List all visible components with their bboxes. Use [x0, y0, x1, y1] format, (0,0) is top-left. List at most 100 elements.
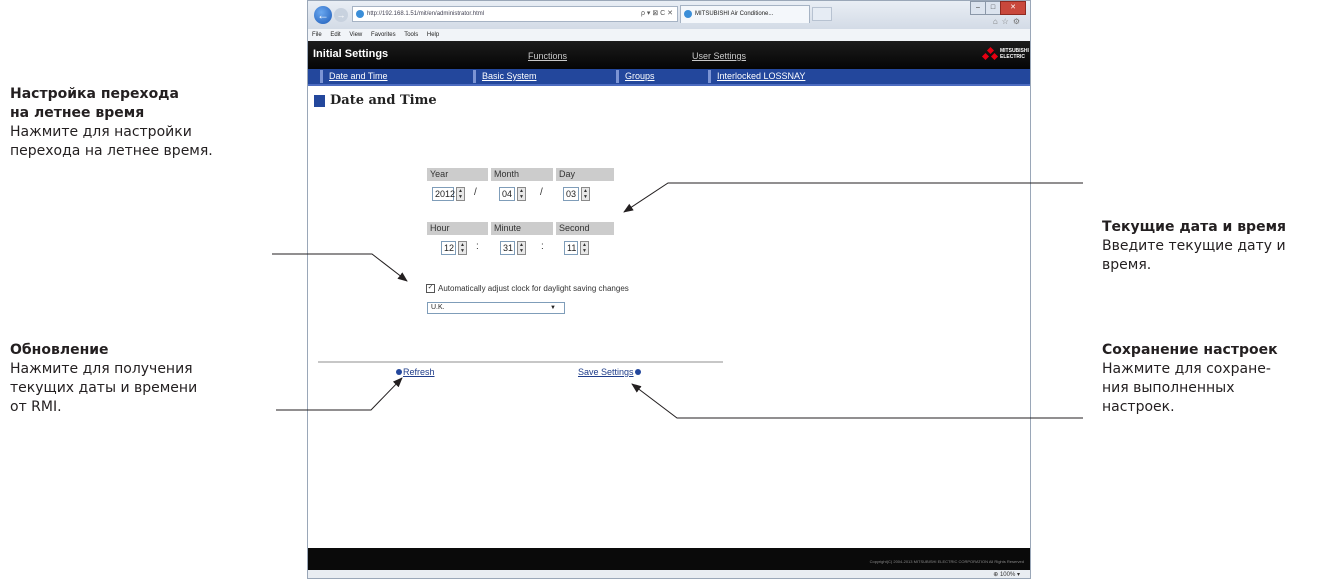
time-separator: :	[476, 241, 479, 252]
spin-arrows-icon[interactable]: ▲ ▼	[580, 241, 589, 255]
maximize-icon[interactable]: □	[985, 1, 1001, 15]
annotation-current-title: Текущие дата и время	[1102, 219, 1287, 235]
annotation-save-body-3: настроек.	[1102, 399, 1175, 415]
dst-checkbox[interactable]: ✓	[426, 284, 435, 293]
spin-arrows-icon[interactable]: ▲ ▼	[517, 241, 526, 255]
annotation-current-body-2: время.	[1102, 257, 1152, 273]
address-url: http://192.168.1.51/mit/en/administrator…	[367, 11, 485, 17]
date-separator: /	[474, 187, 477, 198]
user-settings-link[interactable]: User Settings	[692, 51, 746, 61]
toolbar-icons[interactable]: ⌂☆⚙	[993, 17, 1024, 26]
new-tab-button[interactable]	[812, 7, 832, 21]
page-header: Initial Settings Functions User Settings…	[308, 41, 1030, 69]
annotation-refresh-body-1: Нажмите для получения	[10, 361, 193, 377]
second-value[interactable]: 11	[564, 241, 578, 255]
close-icon[interactable]: ✕	[1000, 1, 1026, 15]
menu-edit[interactable]: Edit	[330, 32, 340, 38]
page-footer: Copyright(C) 2004-2013 MITSUBISHI ELECTR…	[308, 548, 1030, 570]
menu-help[interactable]: Help	[427, 32, 439, 38]
subnav-interlocked-lossnay[interactable]: Interlocked LOSSNAY	[708, 70, 805, 83]
annotation-refresh-title: Обновление	[10, 342, 109, 358]
day-stepper[interactable]: 03 ▲ ▼	[563, 187, 590, 201]
month-value[interactable]: 04	[499, 187, 515, 201]
minimize-icon[interactable]: –	[970, 1, 986, 15]
subnav-date-and-time[interactable]: Date and Time	[320, 70, 388, 83]
annotation-refresh-body-2: текущих даты и времени	[10, 380, 198, 396]
address-tools-icons[interactable]: ρ ▾ ⊠ C ✕	[641, 7, 673, 21]
zoom-value: 100%	[999, 572, 1016, 578]
dst-option[interactable]: ✓ Automatically adjust clock for dayligh…	[426, 284, 629, 293]
hour-header: Hour	[427, 222, 488, 235]
browser-titlebar: ← → http://192.168.1.51/mit/en/administr…	[308, 1, 1030, 29]
mitsubishi-logo: MITSUBISHI ELECTRIC	[981, 46, 1029, 61]
zoom-icon: ⊕	[993, 572, 1000, 578]
refresh-button[interactable]: Refresh	[396, 367, 435, 377]
year-value[interactable]: 2012	[432, 187, 455, 201]
zoom-level[interactable]: ⊕ 100% ▾	[993, 571, 1020, 578]
minute-header: Minute	[491, 222, 553, 235]
back-arrow-icon[interactable]: ←	[314, 6, 332, 24]
sub-navigation: Date and Time Basic System Groups Interl…	[308, 69, 1030, 86]
window-controls: – □ ✕	[970, 1, 1026, 15]
spin-arrows-icon[interactable]: ▲ ▼	[458, 241, 467, 255]
spin-arrows-icon[interactable]: ▲ ▼	[456, 187, 465, 201]
menu-bar: File Edit View Favorites Tools Help	[308, 29, 1030, 41]
annotation-current-body-1: Введите текущие дату и	[1102, 238, 1286, 254]
ie-page-icon	[356, 10, 364, 18]
minute-value[interactable]: 31	[500, 241, 515, 255]
annotation-dst-body-1: Нажмите для настройки	[10, 124, 192, 140]
annotation-dst-body-2: перехода на летнее время.	[10, 143, 213, 159]
save-settings-button[interactable]: Save Settings	[578, 367, 641, 377]
second-header: Second	[556, 222, 614, 235]
annotation-save-body-1: Нажмите для сохране-	[1102, 361, 1271, 377]
menu-view[interactable]: View	[349, 32, 362, 38]
browser-window: ← → http://192.168.1.51/mit/en/administr…	[307, 0, 1031, 579]
forward-arrow-icon[interactable]: →	[334, 8, 348, 22]
browser-tab[interactable]: MITSUBISHI Air Conditione...	[680, 5, 810, 23]
save-settings-label: Save Settings	[578, 367, 634, 377]
menu-favorites[interactable]: Favorites	[371, 32, 396, 38]
subnav-groups[interactable]: Groups	[616, 70, 655, 83]
bullet-icon	[396, 369, 402, 375]
copyright-text: Copyright(C) 2004-2013 MITSUBISHI ELECTR…	[869, 559, 1024, 564]
page-title: Initial Settings	[313, 48, 389, 60]
three-diamonds-icon	[981, 46, 999, 61]
spin-arrows-icon[interactable]: ▲ ▼	[581, 187, 590, 201]
refresh-label: Refresh	[403, 367, 435, 377]
time-separator: :	[541, 241, 544, 252]
day-value[interactable]: 03	[563, 187, 579, 201]
annotation-refresh-body-3: от RMI.	[10, 399, 62, 415]
address-bar[interactable]: http://192.168.1.51/mit/en/administrator…	[352, 6, 678, 22]
menu-file[interactable]: File	[312, 32, 322, 38]
date-separator: /	[540, 187, 543, 198]
functions-link[interactable]: Functions	[528, 51, 567, 61]
second-stepper[interactable]: 11 ▲ ▼	[564, 241, 589, 255]
dropdown-arrow-icon[interactable]: ▼	[550, 303, 556, 313]
spin-arrows-icon[interactable]: ▲ ▼	[517, 187, 526, 201]
dst-label: Automatically adjust clock for daylight …	[438, 284, 629, 293]
subnav-basic-system[interactable]: Basic System	[473, 70, 537, 83]
bullet-icon	[634, 369, 641, 375]
month-stepper[interactable]: 04 ▲ ▼	[499, 187, 526, 201]
annotation-save-title: Сохранение настроек	[1102, 342, 1278, 358]
hour-stepper[interactable]: 12 ▲ ▼	[441, 241, 467, 255]
region-select[interactable]: U.K. ▼	[427, 302, 565, 314]
annotation-dst-title-2: на летнее время	[10, 105, 145, 121]
section-title: Date and Time	[330, 93, 437, 108]
menu-tools[interactable]: Tools	[404, 32, 418, 38]
annotation-save: Сохранение настроек Нажмите для сохране-…	[1102, 341, 1322, 417]
hour-value[interactable]: 12	[441, 241, 456, 255]
year-stepper[interactable]: 2012 ▲ ▼	[432, 187, 465, 201]
annotation-save-body-2: ния выполненных	[1102, 380, 1235, 396]
tab-title: MITSUBISHI Air Conditione...	[695, 11, 774, 17]
month-header: Month	[491, 168, 553, 181]
tab-favicon-icon	[684, 10, 692, 18]
annotation-dst-title-1: Настройка перехода	[10, 86, 179, 102]
annotation-dst: Настройка перехода на летнее время Нажми…	[10, 85, 280, 161]
logo-text: MITSUBISHI ELECTRIC	[1000, 48, 1029, 60]
status-bar: ⊕ 100% ▾	[308, 570, 1030, 578]
minute-stepper[interactable]: 31 ▲ ▼	[500, 241, 526, 255]
year-header: Year	[427, 168, 488, 181]
section-heading: Date and Time	[314, 93, 437, 108]
day-header: Day	[556, 168, 614, 181]
